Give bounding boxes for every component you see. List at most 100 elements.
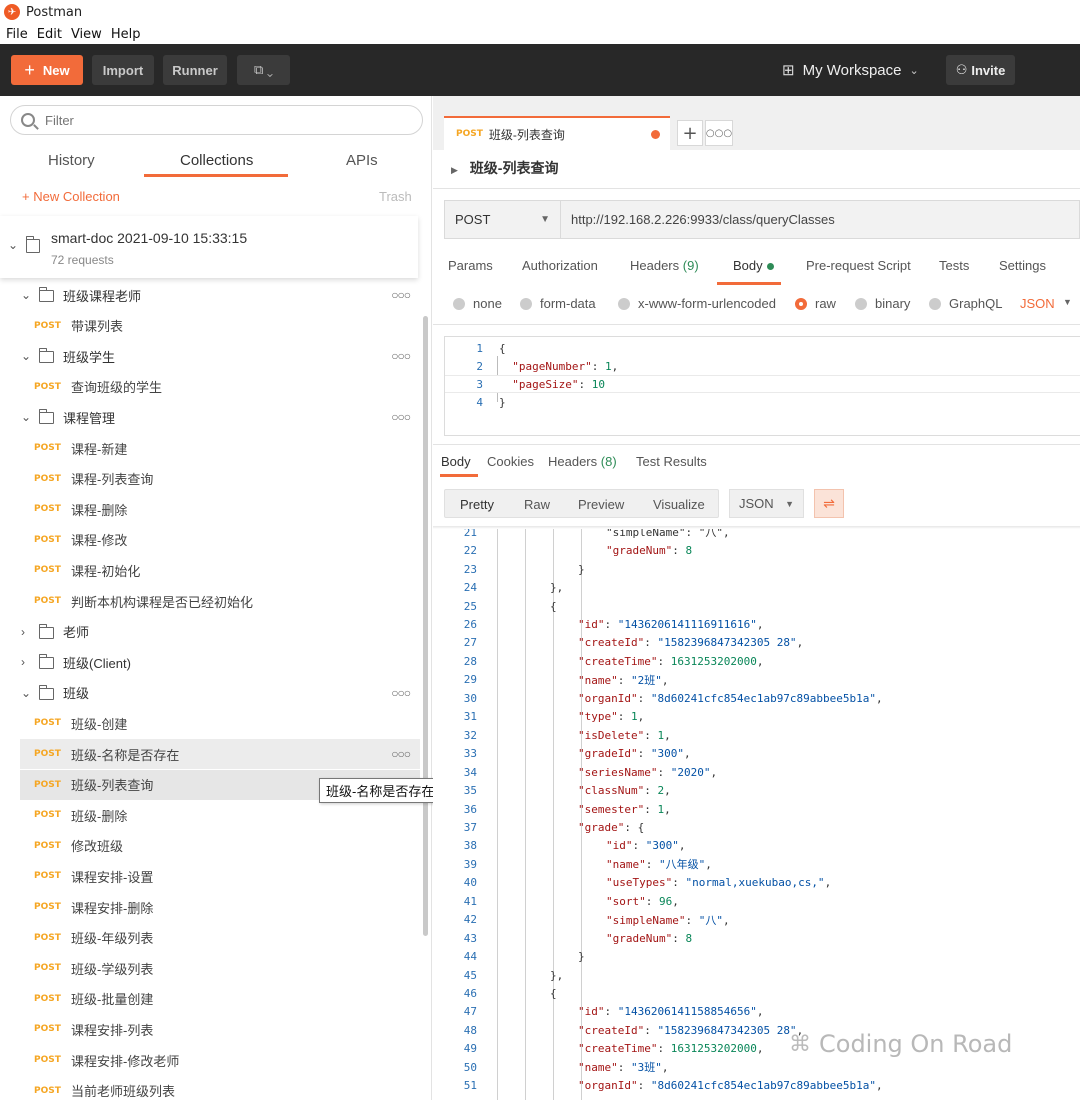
method-badge: POST — [34, 596, 61, 606]
chevron-right-icon[interactable]: › — [21, 625, 25, 639]
invite-button[interactable]: ⚇ Invite — [946, 55, 1015, 85]
collection-header[interactable]: ⌄ smart-doc 2021-09-10 15:33:15 72 reque… — [0, 216, 418, 278]
unsaved-dot-icon[interactable] — [651, 130, 660, 139]
tab-settings[interactable]: Settings — [999, 258, 1046, 273]
menu-view[interactable]: View — [71, 27, 102, 42]
more-options-icon[interactable]: ○○○ — [391, 686, 411, 700]
radio-label: binary — [875, 296, 911, 311]
response-line: 45}, — [433, 966, 1080, 985]
request-row[interactable]: POST 判断本机构课程是否已经初始化 — [0, 586, 420, 616]
request-row[interactable]: POST 班级-名称是否存在 ○○○ — [20, 739, 420, 769]
chevron-down-icon[interactable]: ⌄ — [8, 238, 18, 252]
tab-params[interactable]: Params — [448, 258, 493, 273]
request-row[interactable]: POST 修改班级 — [0, 831, 420, 861]
folder-row[interactable]: › 班级(Client) — [0, 647, 420, 677]
tab-headers[interactable]: Headers (9) — [630, 258, 699, 273]
line-number: 42 — [463, 913, 477, 927]
request-row[interactable]: POST 课程-修改 — [0, 525, 420, 555]
view-visualize[interactable]: Visualize — [653, 497, 705, 512]
menu-help[interactable]: Help — [111, 27, 141, 42]
request-row[interactable]: POST 班级-创建 — [0, 708, 420, 738]
wrap-lines-button[interactable]: ⇌ — [814, 489, 844, 518]
request-row[interactable]: POST 班级-年级列表 — [0, 923, 420, 953]
breadcrumb[interactable]: ▶ 班级-列表查询 — [451, 158, 558, 178]
chevron-down-icon[interactable]: ⌄ — [21, 288, 31, 302]
request-row[interactable]: POST 课程-新建 — [0, 433, 420, 463]
more-options-icon[interactable]: ○○○ — [391, 747, 411, 761]
runner-button[interactable]: Runner — [163, 55, 227, 85]
response-tab-headers[interactable]: Headers (8) — [548, 454, 617, 469]
json-key: "gradeId" — [578, 747, 638, 761]
chevron-down-icon[interactable]: ⌄ — [21, 410, 31, 424]
response-tab-body[interactable]: Body — [441, 454, 471, 469]
request-row[interactable]: POST 当前老师班级列表 — [0, 1076, 420, 1100]
filter-input[interactable] — [45, 112, 385, 128]
response-tab-cookies[interactable]: Cookies — [487, 454, 534, 469]
view-raw[interactable]: Raw — [524, 497, 550, 512]
folder-row[interactable]: ⌄ 班级课程老师 ○○○ — [0, 280, 420, 310]
tab-collections[interactable]: Collections — [180, 152, 253, 169]
request-row[interactable]: POST 班级-删除 — [0, 800, 420, 830]
json-key: "name" — [578, 673, 618, 687]
tab-tests[interactable]: Tests — [939, 258, 969, 273]
more-tabs-icon[interactable]: ○○○ — [705, 120, 733, 146]
view-preview[interactable]: Preview — [578, 497, 624, 512]
request-row[interactable]: POST 课程安排-修改老师 — [0, 1045, 420, 1075]
tab-apis[interactable]: APIs — [346, 152, 378, 169]
request-row[interactable]: POST 课程-初始化 — [0, 555, 420, 585]
caret-down-icon[interactable]: ▼ — [1063, 297, 1072, 307]
radio-x-www-form-urlencoded[interactable]: x-www-form-urlencoded — [618, 296, 776, 311]
request-row[interactable]: POST 查询班级的学生 — [0, 372, 420, 402]
tab-body[interactable]: Body — [733, 258, 774, 273]
request-tab[interactable]: POST 班级-列表查询 — [444, 116, 670, 150]
more-options-icon[interactable]: ○○○ — [391, 410, 411, 424]
filter-box[interactable] — [10, 105, 423, 135]
add-tab-button[interactable]: + — [677, 120, 703, 146]
workspace-selector[interactable]: ⊞ My Workspace ⌄ — [782, 55, 919, 85]
radio-none[interactable]: none — [453, 296, 502, 311]
code-line: "sort": 96, — [606, 894, 679, 908]
request-row[interactable]: POST 班级-批量创建 — [0, 984, 420, 1014]
import-button[interactable]: Import — [92, 55, 154, 85]
new-collection-button[interactable]: + New Collection — [22, 189, 120, 204]
trash-link[interactable]: Trash — [379, 189, 412, 204]
new-button[interactable]: + New — [11, 55, 83, 85]
request-row[interactable]: POST 带课列表 — [0, 311, 420, 341]
request-row[interactable]: POST 课程安排-删除 — [0, 892, 420, 922]
chevron-right-icon[interactable]: › — [21, 655, 25, 669]
request-row[interactable]: POST 课程-删除 — [0, 494, 420, 524]
request-body-editor[interactable]: 1{2 "pageNumber": 1, 3 "pageSize": 10 4} — [444, 336, 1080, 436]
request-row[interactable]: POST 课程-列表查询 — [0, 464, 420, 494]
response-tab-test-results[interactable]: Test Results — [636, 454, 707, 469]
request-row[interactable]: POST 课程安排-列表 — [0, 1014, 420, 1044]
more-options-icon[interactable]: ○○○ — [391, 288, 411, 302]
request-row[interactable]: POST 课程安排-设置 — [0, 861, 420, 891]
menu-file[interactable]: File — [6, 27, 28, 42]
chevron-down-icon[interactable]: ⌄ — [21, 349, 31, 363]
more-options-icon[interactable]: ○○○ — [391, 349, 411, 363]
folder-row[interactable]: ⌄ 班级 ○○○ — [0, 678, 420, 708]
request-row[interactable]: POST 班级-学级列表 — [0, 953, 420, 983]
response-format-select[interactable]: JSON ▼ — [729, 489, 804, 518]
sidebar-scrollbar[interactable] — [423, 316, 428, 936]
tab-pre-request-script[interactable]: Pre-request Script — [806, 258, 911, 273]
radio-form-data[interactable]: form-data — [520, 296, 596, 311]
folder-row[interactable]: › 老师 — [0, 617, 420, 647]
menu-edit[interactable]: Edit — [37, 27, 62, 42]
tab-authorization[interactable]: Authorization — [522, 258, 598, 273]
response-body-viewer[interactable]: 21 "simpleName": "八", 22 "gradeNum": 8 23} 24… — [433, 529, 1080, 1100]
view-pretty[interactable]: Pretty — [460, 497, 494, 512]
tab-count: (8) — [600, 454, 617, 469]
body-format-select[interactable]: JSON — [1020, 296, 1055, 311]
request-label: 带课列表 — [71, 319, 124, 335]
radio-graphql[interactable]: GraphQL — [929, 296, 1002, 311]
chevron-down-icon[interactable]: ⌄ — [21, 686, 31, 700]
tab-history[interactable]: History — [48, 152, 95, 169]
folder-row[interactable]: ⌄ 课程管理 ○○○ — [0, 402, 420, 432]
radio-binary[interactable]: binary — [855, 296, 910, 311]
radio-raw[interactable]: raw — [795, 296, 836, 311]
new-window-button[interactable]: ⧉ ⌄ — [237, 55, 290, 85]
method-select[interactable]: POST ▼ — [444, 200, 561, 239]
url-input[interactable]: http://192.168.2.226:9933/class/queryCla… — [561, 200, 1080, 239]
folder-row[interactable]: ⌄ 班级学生 ○○○ — [0, 341, 420, 371]
